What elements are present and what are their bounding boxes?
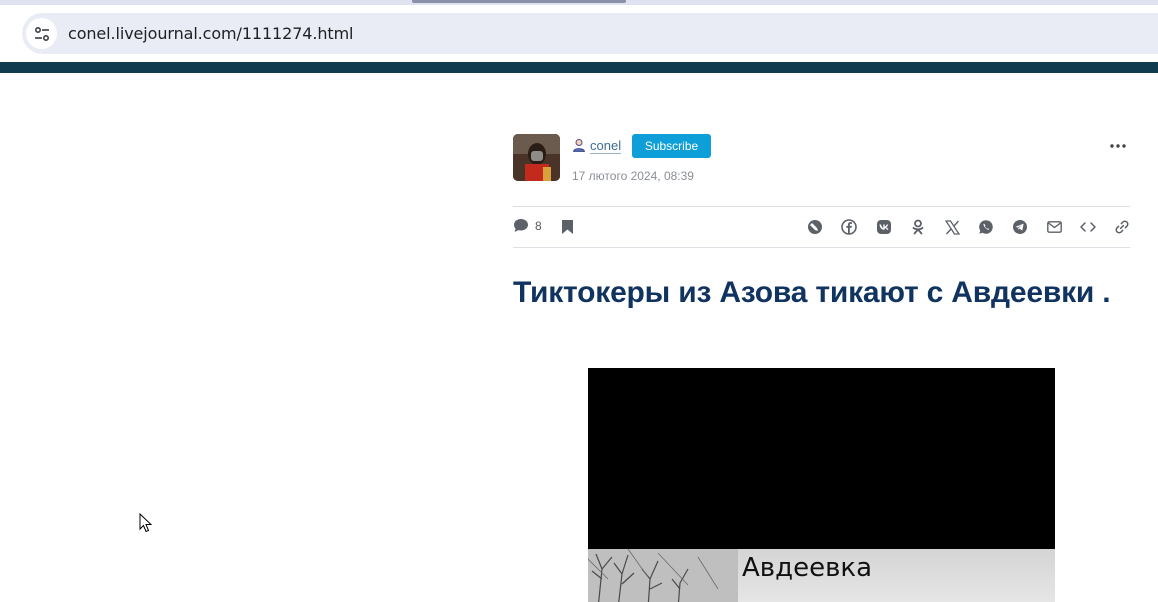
embed-icon bbox=[1080, 222, 1096, 232]
share-facebook-button[interactable] bbox=[839, 217, 859, 237]
site-header-bar bbox=[0, 62, 1158, 73]
odnoklassniki-icon bbox=[912, 219, 924, 235]
video-trees-image bbox=[588, 549, 738, 602]
telegram-icon bbox=[1013, 220, 1027, 234]
divider bbox=[513, 247, 1130, 248]
share-x-button[interactable] bbox=[942, 217, 962, 237]
comments-button[interactable]: 8 bbox=[513, 218, 542, 233]
share-livejournal-button[interactable] bbox=[805, 217, 825, 237]
more-horizontal-icon bbox=[1110, 144, 1126, 148]
embed-button[interactable] bbox=[1078, 217, 1098, 237]
embedded-video[interactable]: Авдеевка bbox=[588, 368, 1055, 602]
address-bar[interactable]: conel.livejournal.com/1111274.html bbox=[22, 13, 1158, 54]
share-vk-button[interactable] bbox=[874, 217, 894, 237]
comment-icon bbox=[514, 219, 528, 232]
share-telegram-button[interactable] bbox=[1010, 217, 1030, 237]
video-caption: Авдеевка bbox=[742, 553, 873, 583]
comment-count: 8 bbox=[535, 218, 542, 233]
copy-link-button[interactable] bbox=[1112, 217, 1132, 237]
share-email-button[interactable] bbox=[1044, 217, 1064, 237]
share-whatsapp-button[interactable] bbox=[976, 217, 996, 237]
livejournal-icon bbox=[808, 220, 822, 234]
share-odnoklassniki-button[interactable] bbox=[908, 217, 928, 237]
facebook-icon bbox=[841, 219, 857, 235]
whatsapp-icon bbox=[979, 220, 993, 234]
user-icon bbox=[573, 139, 585, 152]
site-info-button[interactable] bbox=[26, 18, 57, 49]
divider bbox=[513, 206, 1130, 207]
active-tab-indicator[interactable] bbox=[412, 0, 626, 3]
post-date: 17 лютого 2024, 08:39 bbox=[572, 169, 694, 183]
subscribe-button[interactable]: Subscribe bbox=[632, 134, 711, 158]
mouse-cursor-icon bbox=[139, 513, 153, 533]
more-options-button[interactable] bbox=[1106, 136, 1130, 156]
avatar[interactable] bbox=[513, 134, 560, 181]
email-icon bbox=[1046, 221, 1062, 233]
url-text[interactable]: conel.livejournal.com/1111274.html bbox=[68, 24, 354, 43]
browser-toolbar: conel.livejournal.com/1111274.html bbox=[0, 5, 1158, 59]
tune-icon bbox=[34, 26, 49, 41]
vk-icon bbox=[877, 220, 891, 234]
bookmark-icon[interactable] bbox=[561, 219, 574, 235]
link-icon bbox=[1115, 220, 1129, 234]
x-icon bbox=[944, 219, 960, 235]
author-link[interactable]: conel bbox=[590, 139, 622, 154]
post-title: Тиктокеры из Азова тикают с Авдеевки . bbox=[513, 276, 1111, 309]
avatar-image bbox=[513, 134, 560, 181]
